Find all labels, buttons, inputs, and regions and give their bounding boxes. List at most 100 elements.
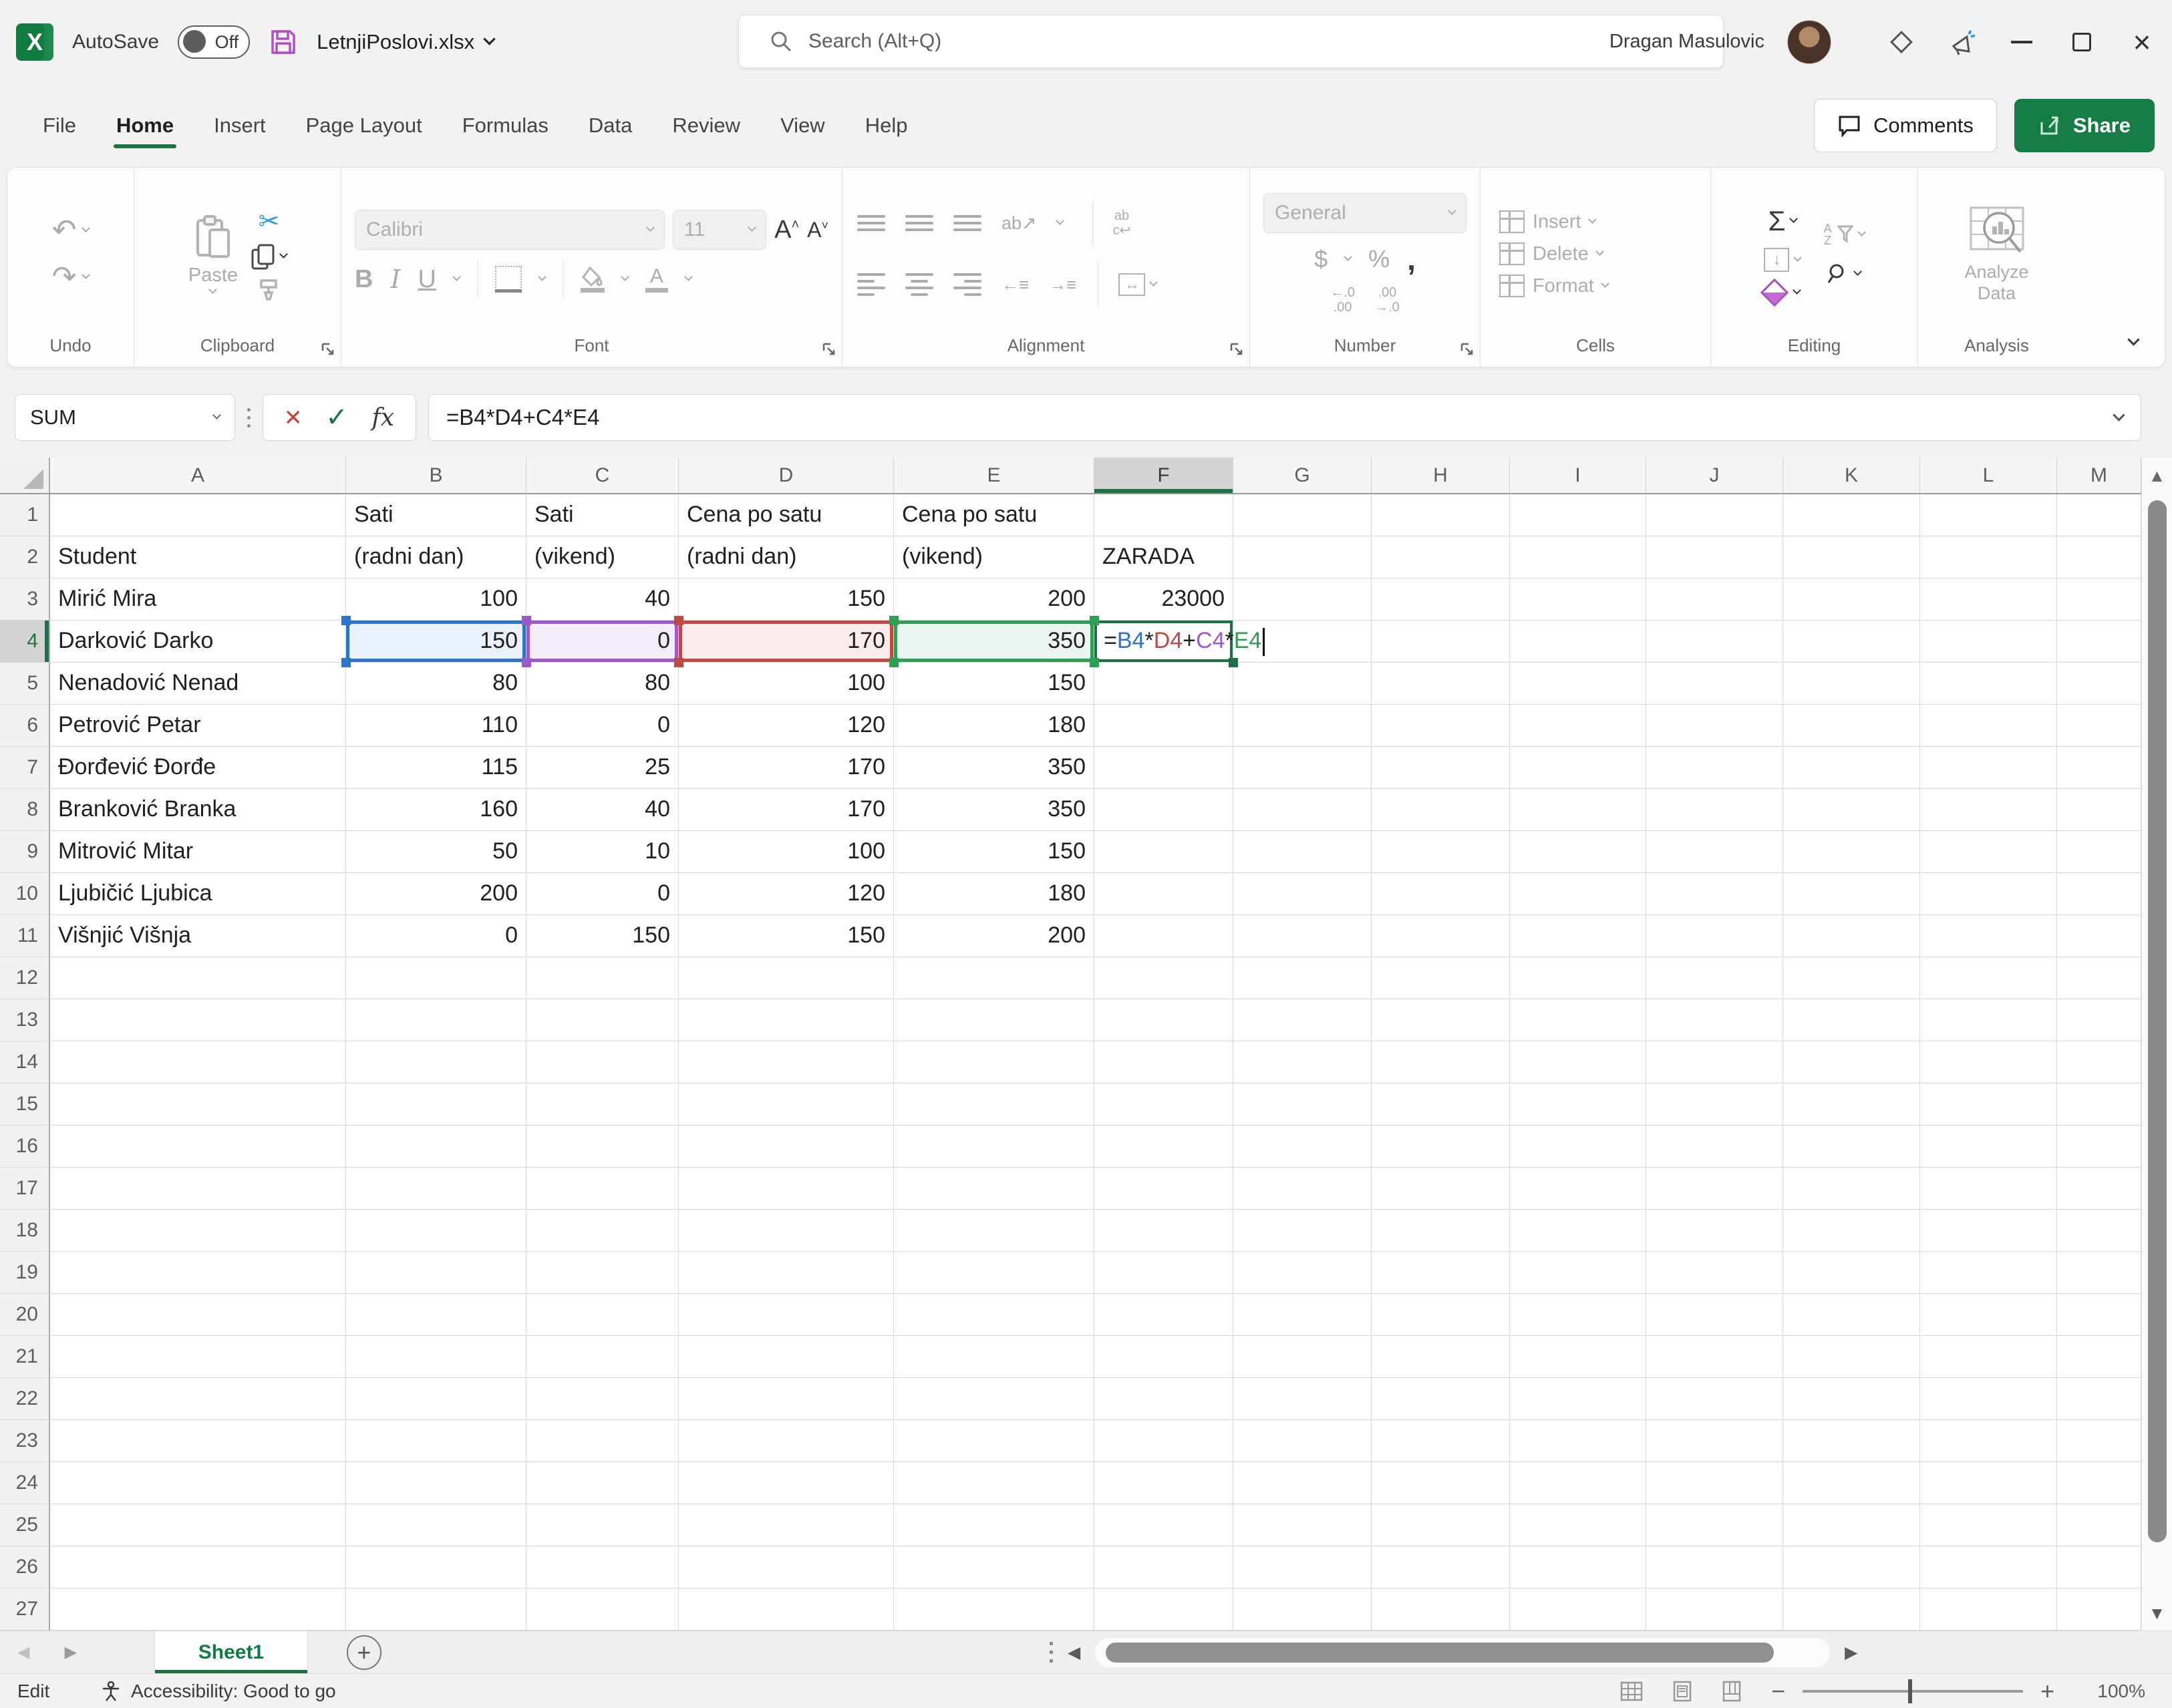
cell-A2[interactable]: Student bbox=[50, 536, 346, 578]
cell-J18[interactable] bbox=[1646, 1210, 1783, 1252]
cell-G24[interactable] bbox=[1233, 1462, 1372, 1504]
alignment-dialog-launcher-icon[interactable] bbox=[1229, 342, 1244, 360]
copy-button[interactable] bbox=[251, 243, 287, 271]
collapse-ribbon-chevron-icon[interactable] bbox=[2127, 333, 2139, 345]
cell-I21[interactable] bbox=[1510, 1336, 1646, 1378]
cell-K20[interactable] bbox=[1783, 1294, 1920, 1336]
cell-L16[interactable] bbox=[1920, 1126, 2057, 1168]
cell-M19[interactable] bbox=[2057, 1252, 2141, 1294]
cell-F26[interactable] bbox=[1094, 1546, 1233, 1588]
cell-E22[interactable] bbox=[894, 1378, 1094, 1420]
cell-F23[interactable] bbox=[1094, 1420, 1233, 1462]
cell-M5[interactable] bbox=[2057, 663, 2141, 705]
cell-H9[interactable] bbox=[1372, 831, 1510, 873]
cell-H17[interactable] bbox=[1372, 1168, 1510, 1210]
cell-G18[interactable] bbox=[1233, 1210, 1372, 1252]
cell-A11[interactable]: Višnjić Višnja bbox=[50, 915, 346, 957]
cell-M18[interactable] bbox=[2057, 1210, 2141, 1252]
horizontal-scrollbar-thumb[interactable] bbox=[1106, 1643, 1774, 1663]
redo-button[interactable]: ↷ bbox=[45, 259, 96, 296]
row-header-22[interactable]: 22 bbox=[0, 1378, 50, 1420]
align-middle-icon[interactable] bbox=[905, 215, 933, 231]
cell-C3[interactable]: 40 bbox=[526, 578, 679, 621]
wrap-text-icon[interactable]: abc↩ bbox=[1113, 208, 1131, 238]
cell-D10[interactable]: 120 bbox=[679, 873, 894, 915]
cell-J11[interactable] bbox=[1646, 915, 1783, 957]
cell-H24[interactable] bbox=[1372, 1462, 1510, 1504]
cell-G8[interactable] bbox=[1233, 789, 1372, 831]
cell-D24[interactable] bbox=[679, 1462, 894, 1504]
cell-A7[interactable]: Đorđević Đorđe bbox=[50, 747, 346, 789]
document-title[interactable]: LetnjiPoslovi.xlsx bbox=[317, 30, 494, 54]
align-bottom-icon[interactable] bbox=[953, 215, 981, 231]
cell-H8[interactable] bbox=[1372, 789, 1510, 831]
cell-J12[interactable] bbox=[1646, 957, 1783, 999]
scroll-up-arrow-icon[interactable]: ▲ bbox=[2142, 466, 2172, 486]
cell-D14[interactable] bbox=[679, 1041, 894, 1083]
column-header-M[interactable]: M bbox=[2057, 458, 2141, 493]
merge-center-icon[interactable]: ↔ bbox=[1118, 273, 1156, 296]
row-header-23[interactable]: 23 bbox=[0, 1420, 50, 1462]
cell-M2[interactable] bbox=[2057, 536, 2141, 578]
cell-M1[interactable] bbox=[2057, 494, 2141, 536]
borders-icon[interactable] bbox=[495, 266, 522, 293]
cell-E9[interactable]: 150 bbox=[894, 831, 1094, 873]
cell-I20[interactable] bbox=[1510, 1294, 1646, 1336]
cell-J9[interactable] bbox=[1646, 831, 1783, 873]
clear-eraser-icon[interactable] bbox=[1764, 283, 1800, 303]
row-header-17[interactable]: 17 bbox=[0, 1168, 50, 1210]
cell-J1[interactable] bbox=[1646, 494, 1783, 536]
cell-F5[interactable] bbox=[1094, 663, 1233, 705]
cell-M15[interactable] bbox=[2057, 1083, 2141, 1126]
vertical-scrollbar-thumb[interactable] bbox=[2148, 500, 2167, 1542]
cell-B7[interactable]: 115 bbox=[346, 747, 526, 789]
row-header-7[interactable]: 7 bbox=[0, 747, 50, 789]
column-header-D[interactable]: D bbox=[679, 458, 894, 493]
cell-F3[interactable]: 23000 bbox=[1094, 578, 1233, 621]
cell-K19[interactable] bbox=[1783, 1252, 1920, 1294]
cell-K14[interactable] bbox=[1783, 1041, 1920, 1083]
cell-L22[interactable] bbox=[1920, 1378, 2057, 1420]
avatar[interactable] bbox=[1787, 20, 1831, 64]
cell-G14[interactable] bbox=[1233, 1041, 1372, 1083]
cell-I17[interactable] bbox=[1510, 1168, 1646, 1210]
cell-M3[interactable] bbox=[2057, 578, 2141, 621]
cell-M25[interactable] bbox=[2057, 1504, 2141, 1546]
row-header-13[interactable]: 13 bbox=[0, 999, 50, 1041]
accessibility-status[interactable]: Accessibility: Good to go bbox=[100, 1681, 336, 1702]
cell-C24[interactable] bbox=[526, 1462, 679, 1504]
cell-L7[interactable] bbox=[1920, 747, 2057, 789]
cell-K25[interactable] bbox=[1783, 1504, 1920, 1546]
cell-I24[interactable] bbox=[1510, 1462, 1646, 1504]
row-header-9[interactable]: 9 bbox=[0, 831, 50, 873]
row-header-25[interactable]: 25 bbox=[0, 1504, 50, 1546]
cell-B27[interactable] bbox=[346, 1588, 526, 1631]
cell-E17[interactable] bbox=[894, 1168, 1094, 1210]
cell-C5[interactable]: 80 bbox=[526, 663, 679, 705]
cell-J4[interactable] bbox=[1646, 621, 1783, 663]
cell-A15[interactable] bbox=[50, 1083, 346, 1126]
cell-E1[interactable]: Cena po satu bbox=[894, 494, 1094, 536]
cell-E26[interactable] bbox=[894, 1546, 1094, 1588]
cell-J8[interactable] bbox=[1646, 789, 1783, 831]
orientation-icon[interactable]: ab↗ bbox=[1001, 213, 1037, 234]
cell-C2[interactable]: (vikend) bbox=[526, 536, 679, 578]
cell-D18[interactable] bbox=[679, 1210, 894, 1252]
cell-C10[interactable]: 0 bbox=[526, 873, 679, 915]
font-name-select[interactable]: Calibri bbox=[355, 210, 665, 250]
tab-formulas[interactable]: Formulas bbox=[442, 95, 569, 156]
cell-I4[interactable] bbox=[1510, 621, 1646, 663]
column-header-L[interactable]: L bbox=[1920, 458, 2057, 493]
cell-D16[interactable] bbox=[679, 1126, 894, 1168]
tab-insert[interactable]: Insert bbox=[194, 95, 286, 156]
zoom-slider[interactable] bbox=[1803, 1690, 2023, 1693]
cell-G9[interactable] bbox=[1233, 831, 1372, 873]
new-sheet-button[interactable]: + bbox=[347, 1635, 381, 1670]
cell-B9[interactable]: 50 bbox=[346, 831, 526, 873]
increase-font-size-icon[interactable]: A˄ bbox=[774, 216, 799, 244]
cell-F7[interactable] bbox=[1094, 747, 1233, 789]
font-size-select[interactable]: 11 bbox=[673, 210, 766, 250]
cell-L18[interactable] bbox=[1920, 1210, 2057, 1252]
close-button[interactable]: × bbox=[2112, 0, 2172, 83]
cell-A16[interactable] bbox=[50, 1126, 346, 1168]
